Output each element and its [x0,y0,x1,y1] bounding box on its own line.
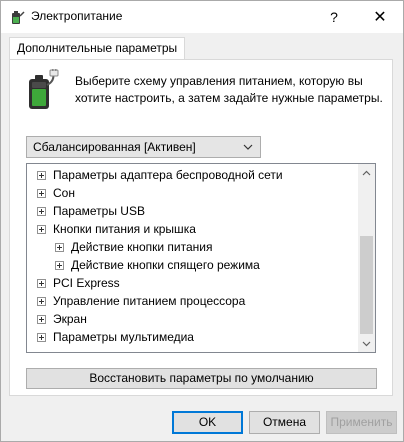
expand-plus-icon[interactable] [37,171,46,180]
power-options-icon [9,9,25,25]
expand-plus-icon[interactable] [37,333,46,342]
expand-plus-icon[interactable] [37,315,46,324]
description-text: Выберите схему управления питанием, кото… [75,73,385,107]
tab-strip: Дополнительные параметры [1,33,403,60]
power-scheme-value: Сбалансированная [Активен] [33,140,196,154]
tree-item-label: Сон [53,186,75,200]
settings-tree[interactable]: Параметры адаптера беспроводной сети Сон П… [26,163,376,353]
tree-item-label: Управление питанием процессора [53,294,246,308]
tab-advanced-settings[interactable]: Дополнительные параметры [9,37,186,60]
description-line-2: хотите настроить, а затем задайте нужные… [75,91,383,105]
scroll-down-icon[interactable] [358,335,375,352]
power-scheme-select[interactable]: Сбалансированная [Активен] [26,136,261,158]
expand-plus-icon[interactable] [37,207,46,216]
expand-plus-icon[interactable] [55,243,64,252]
tree-item-label: Экран [53,312,87,326]
tree-item-label: Параметры USB [53,204,145,218]
tree-item-label: Действие кнопки питания [71,240,213,254]
power-options-dialog: Электропитание ? ✕ Дополнительные параме… [0,0,404,442]
battery-plug-icon [23,69,63,113]
restore-defaults-button[interactable]: Восстановить параметры по умолчанию [26,368,377,389]
help-button[interactable]: ? [311,1,357,33]
tree-item-label: Параметры мультимедиа [53,330,194,344]
description-line-1: Выберите схему управления питанием, кото… [75,74,363,88]
tree-item-label: PCI Express [53,276,120,290]
scroll-thumb[interactable] [360,236,373,334]
title-bar: Электропитание ? ✕ [1,1,403,33]
apply-button[interactable]: Применить [326,411,397,434]
expand-plus-icon[interactable] [55,261,64,270]
expand-plus-icon[interactable] [37,279,46,288]
expand-plus-icon[interactable] [37,225,46,234]
chevron-down-icon [242,138,254,156]
scroll-up-icon[interactable] [358,164,375,181]
tree-item-label: Действие кнопки спящего режима [71,258,260,272]
vertical-scrollbar[interactable] [358,164,375,352]
expand-plus-icon[interactable] [37,297,46,306]
tree-item-label: Параметры адаптера беспроводной сети [53,168,283,182]
cancel-button[interactable]: Отмена [249,411,320,434]
window-title: Электропитание [31,9,123,23]
tree-item-label: Кнопки питания и крышка [53,222,196,236]
ok-button[interactable]: OK [172,411,243,434]
close-button[interactable]: ✕ [357,1,403,33]
expand-plus-icon[interactable] [37,189,46,198]
